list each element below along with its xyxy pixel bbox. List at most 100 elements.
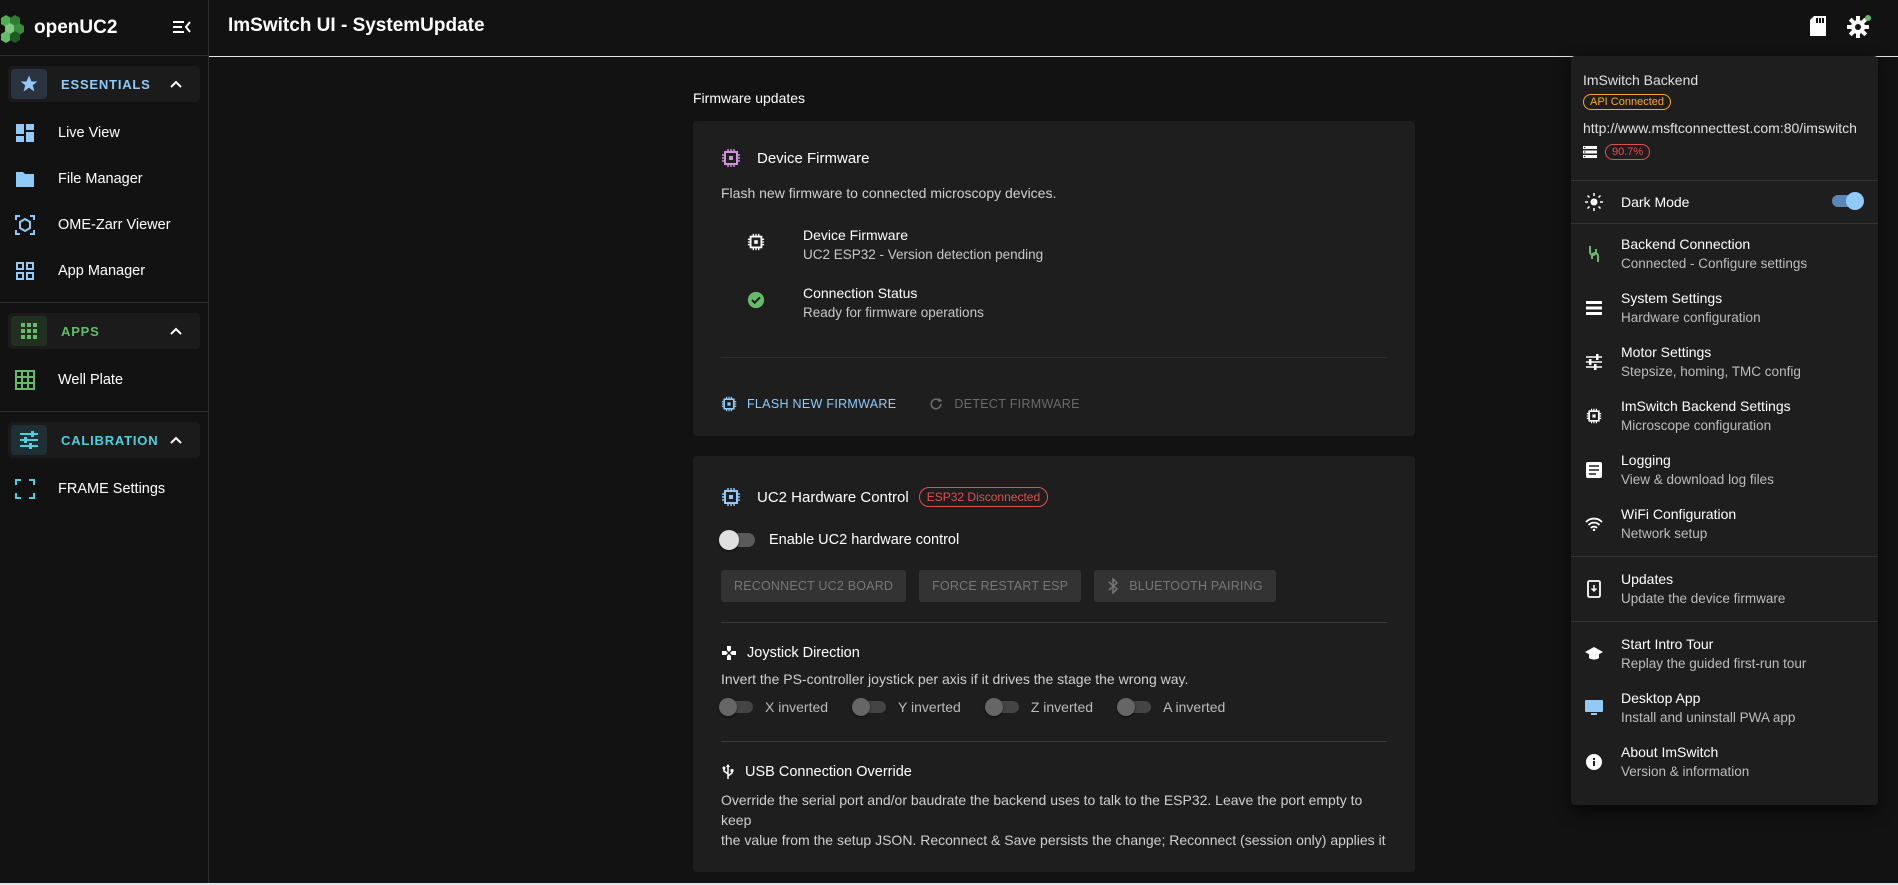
menu-item-logging[interactable]: Logging View & download log files: [1571, 444, 1878, 498]
nav-item-app-manager[interactable]: App Manager: [0, 248, 208, 294]
menu-item-primary: Motor Settings: [1621, 344, 1712, 360]
dark-mode-switch[interactable]: [1832, 192, 1864, 210]
settings-menu: ImSwitch Backend API Connected http://ww…: [1571, 56, 1878, 805]
enable-hardware-switch[interactable]: [719, 530, 755, 550]
section-apps[interactable]: APPS: [8, 313, 200, 349]
nav-item-ome-zarr-viewer[interactable]: OME-Zarr Viewer: [0, 202, 208, 248]
nav-item-live-view[interactable]: Live View: [0, 110, 208, 156]
menu-item-primary: Updates: [1621, 571, 1674, 587]
card-header: UC2 Hardware Control ESP32 Disconnected: [721, 482, 1387, 512]
apps-icon: [11, 316, 47, 346]
menu-item-primary: WiFi Configuration: [1621, 506, 1737, 522]
divider: [0, 302, 208, 303]
nav-label: Live View: [58, 125, 120, 141]
status-badge: ESP32 Disconnected: [918, 487, 1049, 507]
firmware-status-list: Device Firmware UC2 ESP32 - Version dete…: [721, 227, 1387, 358]
crop-free-icon: [14, 478, 36, 500]
bluetooth-pairing-button[interactable]: BLUETOOTH PAIRING: [1094, 570, 1276, 602]
card-description: Flash new firmware to connected microsco…: [721, 185, 1057, 201]
list-item: Device Firmware UC2 ESP32 - Version dete…: [721, 227, 1387, 285]
z-inverted-toggle[interactable]: Z inverted: [984, 698, 1094, 716]
nav-label: Well Plate: [58, 372, 124, 388]
a-inverted-toggle[interactable]: A inverted: [1117, 698, 1226, 716]
memory-chip-icon: [1585, 407, 1603, 425]
page-title: ImSwitch UI - SystemUpdate: [228, 15, 485, 36]
article-icon: [1585, 461, 1603, 479]
menu-collapse-icon[interactable]: [172, 17, 192, 37]
wifi-icon: [1585, 515, 1603, 533]
menu-item-system-settings[interactable]: System Settings Hardware configuration: [1571, 282, 1878, 336]
openuc2-logo-icon: [1, 14, 24, 43]
api-status-badge: API Connected: [1583, 94, 1671, 110]
button-label: FLASH NEW FIRMWARE: [747, 397, 897, 411]
force-restart-button[interactable]: FORCE RESTART ESP: [919, 570, 1082, 602]
description-line: the value from the setup JSON. Reconnect…: [721, 832, 1386, 848]
nav-label: App Manager: [58, 263, 146, 279]
x-inverted-toggle[interactable]: X inverted: [719, 698, 828, 716]
subsection-title: Joystick Direction: [747, 645, 860, 661]
menu-item-wifi-configuration[interactable]: WiFi Configuration Network setup: [1571, 498, 1878, 552]
menu-item-primary: Backend Connection: [1621, 236, 1751, 252]
section-essentials[interactable]: ESSENTIALS: [8, 66, 200, 102]
menu-item-secondary: Stepsize, homing, TMC config: [1621, 364, 1801, 379]
settings-ethernet-icon: [1585, 245, 1603, 263]
section-label-essentials: ESSENTIALS: [61, 76, 151, 92]
toggle-label: Z inverted: [1030, 699, 1094, 715]
info-icon: [1585, 753, 1603, 771]
menu-item-intro-tour[interactable]: Start Intro Tour Replay the guided first-…: [1571, 628, 1878, 682]
menu-item-about[interactable]: About ImSwitch Version & information: [1571, 736, 1878, 790]
dark-mode-toggle-row[interactable]: Dark Mode: [1571, 181, 1878, 223]
tune-icon: [11, 425, 47, 455]
memory-chip-icon: [747, 233, 765, 251]
section-calibration[interactable]: CALIBRATION: [8, 422, 200, 458]
menu-item-primary: Start Intro Tour: [1621, 636, 1714, 652]
grid-on-icon: [14, 369, 36, 391]
flash-firmware-button[interactable]: FLASH NEW FIRMWARE: [721, 396, 896, 412]
menu-item-primary: Desktop App: [1621, 690, 1701, 706]
divider: [721, 622, 1387, 623]
memory-chip-icon: [722, 149, 740, 167]
brand-header: openUC2: [0, 0, 208, 56]
menu-item-backend-settings[interactable]: ImSwitch Backend Settings Microscope conf…: [1571, 390, 1878, 444]
menu-item-secondary: Connected - Configure settings: [1621, 256, 1808, 271]
nav-item-well-plate[interactable]: Well Plate: [0, 357, 208, 403]
menu-item-desktop-app[interactable]: Desktop App Install and uninstall PWA app: [1571, 682, 1878, 736]
reconnect-board-button[interactable]: RECONNECT UC2 BOARD: [721, 570, 907, 602]
y-inverted-toggle[interactable]: Y inverted: [852, 698, 961, 716]
chevron-up-icon[interactable]: [168, 432, 184, 448]
list-item: Connection Status Ready for firmware ope…: [721, 285, 1387, 343]
menu-item-motor-settings[interactable]: Motor Settings Stepsize, homing, TMC conf…: [1571, 336, 1878, 390]
detect-firmware-button[interactable]: DETECT FIRMWARE: [928, 396, 1079, 412]
button-label: DETECT FIRMWARE: [954, 397, 1080, 411]
nav-label: FRAME Settings: [58, 481, 166, 497]
brand-name: openUC2: [34, 16, 118, 38]
school-icon: [1585, 645, 1603, 663]
menu-item-secondary: Microscope configuration: [1621, 418, 1772, 433]
backend-url: http://www.msftconnecttest.com:80/imswit…: [1583, 120, 1857, 136]
card-header: Device Firmware: [721, 143, 1387, 173]
card-title: Device Firmware: [757, 149, 870, 167]
menu-item-primary: System Settings: [1621, 290, 1723, 306]
toggle-label: A inverted: [1163, 699, 1226, 715]
menu-item-primary: ImSwitch Backend Settings: [1621, 398, 1791, 414]
menu-item-updates[interactable]: Updates Update the device firmware: [1571, 563, 1878, 617]
sd-card-icon[interactable]: [1808, 15, 1828, 37]
section-label-apps: APPS: [61, 323, 100, 339]
nav-item-file-manager[interactable]: File Manager: [0, 156, 208, 202]
bluetooth-icon: [1108, 578, 1119, 594]
menu-item-backend-connection[interactable]: Backend Connection Connected - Configure …: [1571, 228, 1878, 282]
menu-item-secondary: Install and uninstall PWA app: [1621, 710, 1796, 725]
subsection-description: Override the serial port and/or baudrate…: [721, 790, 1387, 850]
menu-item-primary: About ImSwitch: [1621, 744, 1719, 760]
list-item-secondary: UC2 ESP32 - Version detection pending: [803, 247, 1044, 262]
chevron-up-icon[interactable]: [168, 323, 184, 339]
nav-item-frame-settings[interactable]: FRAME Settings: [0, 466, 208, 512]
sun-icon: [1585, 193, 1603, 211]
settings-gear-icon[interactable]: [1846, 14, 1872, 40]
chevron-up-icon[interactable]: [168, 76, 184, 92]
system-update-icon: [1585, 580, 1603, 598]
toggle-label: Y inverted: [898, 699, 961, 715]
dashboard-icon: [14, 122, 36, 144]
axis-inversion-row: X inverted Y inverted Z inverted A inver…: [719, 698, 1387, 716]
storage-usage-badge: 90.7%: [1605, 144, 1651, 160]
